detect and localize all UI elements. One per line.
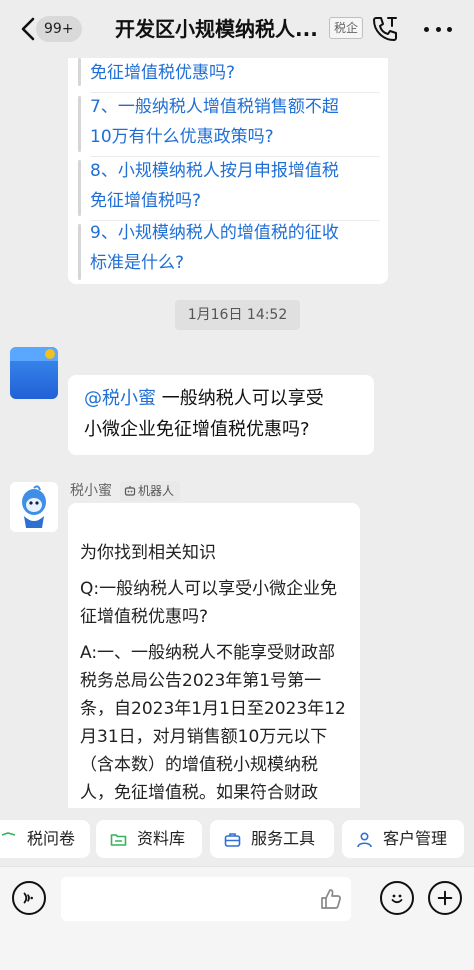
toolbox-icon [224, 832, 241, 847]
unread-count-badge[interactable]: 99+ [36, 16, 82, 42]
phone-call-icon[interactable] [370, 14, 400, 44]
voice-input-button[interactable] [12, 881, 46, 915]
survey-icon [1, 831, 16, 836]
user-message-text-cont: 小微企业免征增值税优惠吗? [84, 419, 310, 440]
more-dot-icon [435, 26, 441, 32]
more-options-button[interactable] [420, 14, 456, 44]
question-link-6-cont[interactable]: 免征增值税优惠吗? [90, 58, 235, 88]
folder-icon [110, 833, 127, 846]
reply-question: Q:一般纳税人可以享受小微企业免征增值税优惠吗? [80, 579, 338, 627]
emoji-icon [391, 894, 403, 904]
question-link-8-cont[interactable]: 免征增值税吗? [90, 186, 201, 216]
more-dot-icon [447, 26, 452, 32]
mascot-icon [22, 485, 46, 528]
chat-type-tag: 税企 [329, 17, 364, 39]
quote-bar [78, 96, 81, 152]
question-link-9-cont[interactable]: 标准是什么? [90, 248, 184, 278]
chevron-left-icon [21, 17, 35, 41]
quick-action-label: 客户管理 [383, 829, 448, 848]
bot-tag: 机器人 [120, 481, 181, 501]
avatar-badge-icon [45, 349, 55, 359]
bot-avatar[interactable] [10, 482, 58, 532]
bot-reply-bubble[interactable]: 为你找到相关知识 Q:一般纳税人可以享受小微企业免征增值税优惠吗? A:一、一般… [68, 503, 360, 823]
mention-link[interactable]: @税小蜜 [84, 388, 156, 409]
voice-icon [23, 892, 33, 904]
emoji-button[interactable] [380, 881, 414, 915]
user-icon [357, 831, 372, 847]
quick-action-label: 税问卷 [27, 829, 76, 848]
chat-title: 开发区小规模纳税人... [115, 17, 318, 41]
more-actions-button[interactable] [428, 881, 462, 915]
user-avatar[interactable] [10, 347, 58, 399]
bot-tag-label: 机器人 [138, 484, 175, 498]
quick-action-label: 资料库 [137, 829, 186, 848]
quick-action-library[interactable]: 资料库 [96, 820, 202, 858]
quick-actions-bar: 税问卷 资料库 服务工具 客户管理 [0, 808, 474, 866]
question-link-8[interactable]: 8、小规模纳税人按月申报增值税 [90, 156, 339, 186]
quick-action-customers[interactable]: 客户管理 [342, 820, 464, 858]
robot-icon [124, 486, 136, 496]
message-text-field[interactable] [61, 877, 351, 921]
quick-action-label: 服务工具 [251, 829, 316, 848]
quote-bar [78, 58, 81, 86]
thumbs-up-icon[interactable] [319, 887, 343, 911]
message-timestamp: 1月16日 14:52 [175, 300, 300, 330]
quote-bar [78, 224, 81, 280]
user-message-bubble[interactable]: @税小蜜 一般纳税人可以享受 小微企业免征增值税优惠吗? [68, 375, 374, 455]
question-link-7-cont[interactable]: 10万有什么优惠政策吗? [90, 122, 274, 152]
related-questions-card: 免征增值税优惠吗? 7、一般纳税人增值税销售额不超 10万有什么优惠政策吗? 8… [68, 58, 388, 284]
reply-answer: A:一、一般纳税人不能享受财政部税务总局公告2023年第1号第一条，自2023年… [80, 643, 346, 823]
question-link-7[interactable]: 7、一般纳税人增值税销售额不超 [90, 92, 339, 122]
quick-action-survey[interactable]: 税问卷 [0, 820, 90, 858]
message-input-bar [0, 866, 474, 970]
bot-name: 税小蜜 [70, 483, 112, 499]
user-message-text: 一般纳税人可以享受 [156, 388, 324, 409]
more-dot-icon [424, 26, 429, 32]
plus-icon [437, 890, 453, 906]
quote-bar [78, 160, 81, 216]
chat-header: 99+ 开发区小规模纳税人... 税企 [0, 0, 474, 58]
quick-action-tools[interactable]: 服务工具 [210, 820, 334, 858]
question-link-9[interactable]: 9、小规模纳税人的增值税的征收 [90, 218, 339, 248]
reply-intro: 为你找到相关知识 [80, 543, 216, 563]
